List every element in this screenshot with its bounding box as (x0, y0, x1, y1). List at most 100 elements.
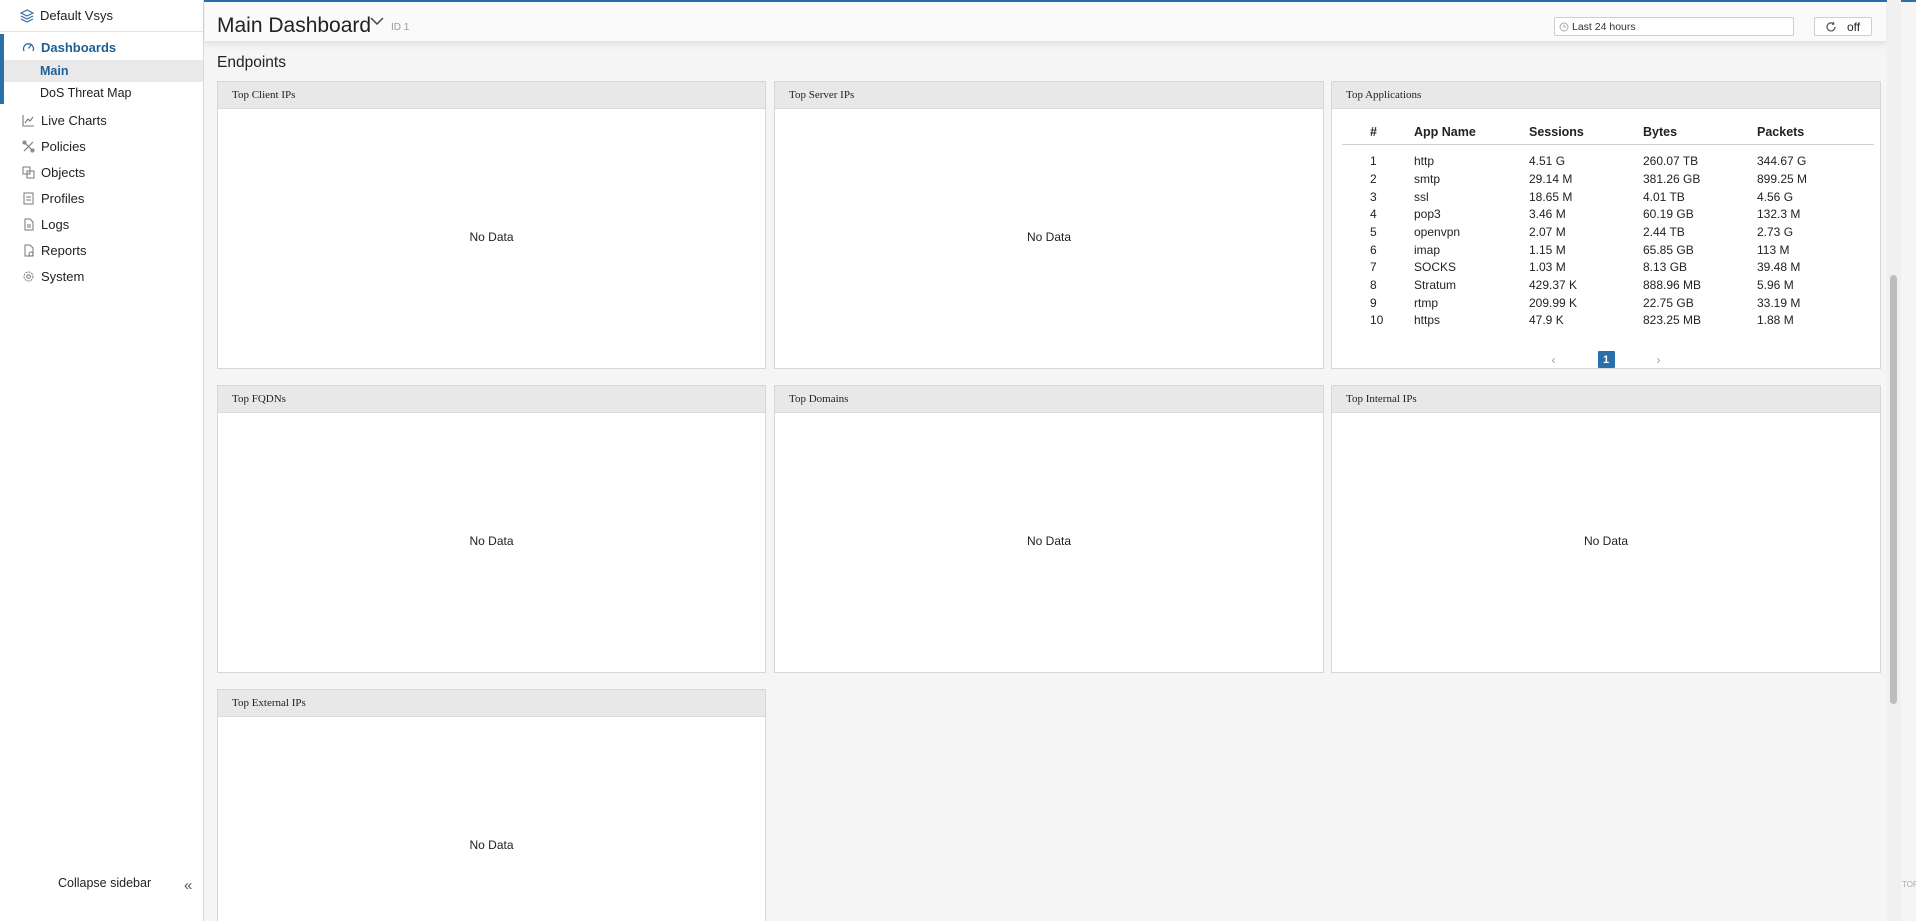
profile-icon (20, 190, 36, 206)
table-row: 6 imap 1.15 M 65.85 GB 113 M (1342, 241, 1874, 259)
cell-rank: 1 (1370, 154, 1377, 169)
time-range-select[interactable]: Last 24 hours (1554, 17, 1794, 36)
clock-icon (1559, 22, 1569, 31)
scrollbar-thumb[interactable] (1890, 275, 1897, 704)
table-row: 10 https 47.9 K 823.25 MB 1.88 M (1342, 312, 1874, 330)
column-header-packets[interactable]: Packets (1757, 120, 1874, 145)
widget-top-client-ips: Top Client IPs No Data (217, 81, 766, 369)
cell-app-name: pop3 (1414, 207, 1441, 222)
cell-bytes: 823.25 MB (1643, 313, 1702, 328)
sidebar-item-label: Dashboards (41, 39, 117, 55)
cell-bytes: 888.96 MB (1643, 277, 1702, 292)
chevron-right-icon[interactable]: › (1649, 353, 1669, 367)
sidebar-item-live-charts[interactable]: Live Charts (0, 107, 203, 133)
cell-packets: 113 M (1757, 242, 1790, 257)
sidebar-item-policies[interactable]: Policies (0, 133, 203, 159)
cell-bytes: 60.19 GB (1643, 207, 1694, 222)
table-row: 7 SOCKS 1.03 M 8.13 GB 39.48 M (1342, 258, 1874, 276)
no-data-message: No Data (469, 230, 514, 244)
cell-sessions: 3.46 M (1529, 207, 1566, 222)
table-row: 3 ssl 18.65 M 4.01 TB 4.56 G (1342, 188, 1874, 206)
sidebar-subitem-label: DoS Threat Map (40, 86, 132, 100)
widget-top-fqdns: Top FQDNs No Data (217, 385, 766, 673)
no-data-message: No Data (1026, 230, 1072, 244)
sidebar-item-reports[interactable]: Reports (0, 237, 203, 263)
cell-sessions: 209.99 K (1529, 295, 1578, 310)
vsys-selector[interactable]: Default Vsys (0, 0, 203, 32)
widget-top-domains: Top Domains No Data (774, 385, 1324, 673)
cell-sessions: 1.15 M (1529, 242, 1566, 257)
section-title: Endpoints (217, 54, 286, 71)
no-data-message: No Data (469, 838, 514, 852)
cell-app-name: SOCKS (1414, 260, 1457, 275)
cell-app-name: rtmp (1414, 295, 1438, 310)
widget-title: Top Client IPs (218, 82, 765, 109)
table-body: 1 http 4.51 G 260.07 TB 344.67 G 2 smtp … (1342, 144, 1874, 329)
cell-packets: 2.73 G (1757, 224, 1794, 239)
sidebar: Default Vsys Dashboards Main DoS Threat … (0, 0, 204, 921)
cell-sessions: 29.14 M (1529, 171, 1573, 186)
sidebar-item-logs[interactable]: Logs (0, 211, 203, 237)
sidebar-item-label: Objects (41, 164, 86, 180)
page-scrollbar[interactable] (1887, 0, 1901, 921)
sidebar-item-label: Profiles (41, 190, 85, 206)
cell-rank: 5 (1370, 224, 1377, 239)
sidebar-item-label: System (41, 268, 85, 284)
dashboard-id: ID 1 (391, 22, 410, 33)
cell-app-name: ssl (1414, 189, 1429, 204)
cell-rank: 8 (1370, 277, 1377, 292)
line-chart-icon (20, 112, 36, 128)
collapse-sidebar-label: Collapse sidebar (58, 876, 152, 890)
sidebar-item-profiles[interactable]: Profiles (0, 185, 203, 211)
collapse-sidebar-button[interactable]: Collapse sidebar « (58, 876, 192, 894)
sidebar-subitem-label: Main (40, 64, 69, 78)
cell-app-name: https (1414, 313, 1441, 328)
column-header-sessions[interactable]: Sessions (1529, 120, 1643, 145)
table-header-row: # App Name Sessions Bytes Packets (1342, 120, 1874, 145)
cell-sessions: 1.03 M (1529, 260, 1566, 275)
page-title: Main Dashboard (217, 14, 372, 37)
widget-title: Top External IPs (218, 690, 765, 717)
sidebar-item-system[interactable]: System (0, 263, 203, 289)
no-data-message: No Data (469, 534, 514, 548)
column-header-bytes[interactable]: Bytes (1643, 120, 1757, 145)
table-row: 2 smtp 29.14 M 381.26 GB 899.25 M (1342, 170, 1874, 188)
sidebar-subitem-dos-threat-map[interactable]: DoS Threat Map (0, 82, 203, 104)
table-row: 8 Stratum 429.37 K 888.96 MB 5.96 M (1342, 276, 1874, 294)
gauge-icon (20, 39, 36, 55)
document-icon (20, 216, 36, 232)
sidebar-item-dashboards[interactable]: Dashboards (0, 34, 203, 60)
sidebar-item-label: Reports (41, 242, 87, 258)
widget-title: Top Domains (775, 386, 1323, 413)
cell-app-name: Stratum (1414, 277, 1457, 292)
sidebar-nav: Dashboards Main DoS Threat Map Live Char… (0, 34, 203, 289)
cell-rank: 7 (1370, 260, 1377, 275)
cell-sessions: 4.51 G (1529, 154, 1566, 169)
sidebar-item-objects[interactable]: Objects (0, 159, 203, 185)
cell-bytes: 8.13 GB (1643, 260, 1688, 275)
table-row: 9 rtmp 209.99 K 22.75 GB 33.19 M (1342, 294, 1874, 312)
cell-sessions: 2.07 M (1529, 224, 1566, 239)
cell-sessions: 18.65 M (1529, 189, 1573, 204)
widget-top-external-ips: Top External IPs No Data (217, 689, 766, 921)
page-1-button[interactable]: 1 (1597, 351, 1615, 368)
cell-sessions: 47.9 K (1529, 313, 1564, 328)
column-header-app-name[interactable]: App Name (1414, 120, 1529, 145)
widget-top-internal-ips: Top Internal IPs No Data (1331, 385, 1881, 673)
scroll-to-top-button[interactable]: TOP (1902, 880, 1916, 889)
chevron-down-icon[interactable] (370, 16, 384, 26)
cell-rank: 3 (1370, 189, 1377, 204)
cell-packets: 39.48 M (1757, 260, 1801, 275)
cell-bytes: 65.85 GB (1643, 242, 1694, 257)
cell-packets: 33.19 M (1757, 295, 1801, 310)
cell-app-name: openvpn (1414, 224, 1461, 239)
no-data-message: No Data (1583, 534, 1629, 548)
auto-refresh-toggle[interactable]: off (1814, 17, 1872, 36)
cell-bytes: 260.07 TB (1643, 154, 1699, 169)
cell-bytes: 22.75 GB (1643, 295, 1694, 310)
column-header-rank[interactable]: # (1342, 120, 1414, 145)
sidebar-subitem-main[interactable]: Main (0, 60, 203, 82)
chevron-left-icon[interactable]: ‹ (1544, 353, 1564, 367)
cell-rank: 2 (1370, 171, 1377, 186)
report-icon (20, 242, 36, 258)
